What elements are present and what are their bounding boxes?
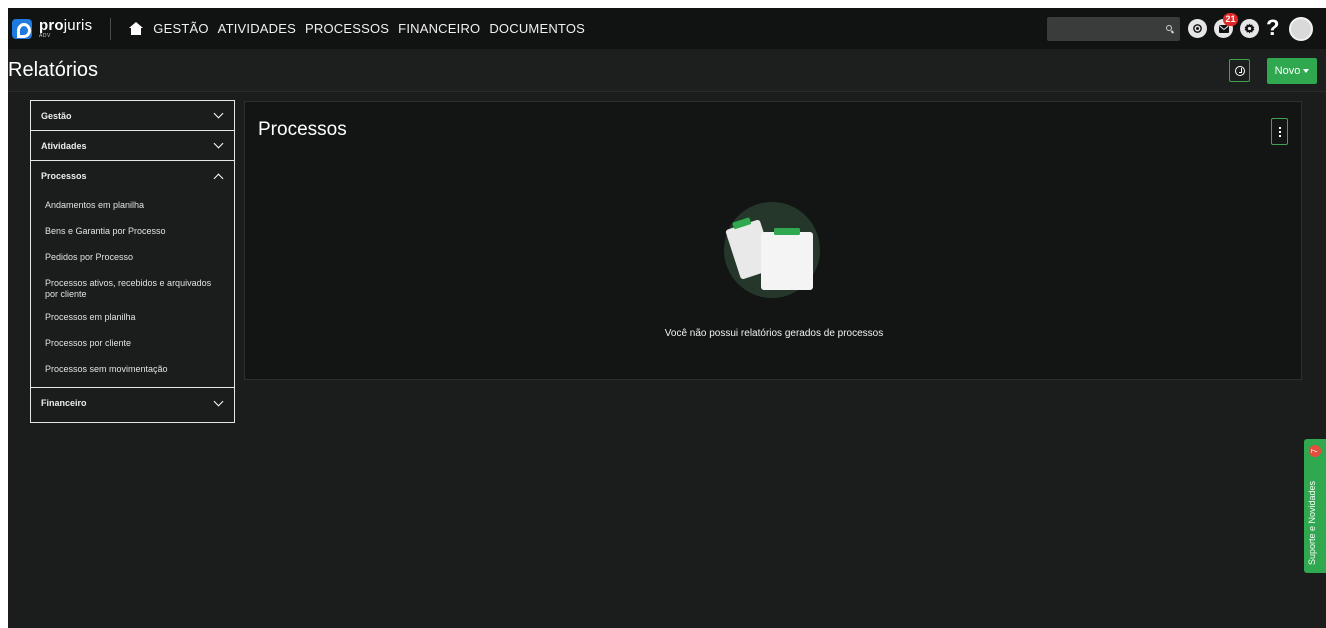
projuris-logo-icon [12, 18, 32, 39]
user-avatar[interactable] [1289, 17, 1313, 41]
cog-icon[interactable] [1240, 19, 1259, 38]
projuris-logo[interactable]: projuris ADV [12, 8, 92, 49]
nav-item-financeiro[interactable]: FINANCEIRO [398, 21, 480, 36]
new-button-label: Novo [1274, 65, 1301, 77]
section-gestao[interactable]: Gestão [31, 101, 234, 131]
kebab-dot [1278, 130, 1281, 133]
nav-item-documentos[interactable]: DOCUMENTOS [489, 21, 585, 36]
report-link-por-cliente[interactable]: Processos por cliente [31, 335, 234, 361]
page-title: Relatórios [8, 59, 99, 81]
help-icon[interactable]: ? [1266, 15, 1279, 41]
chevron-up-icon [213, 173, 224, 183]
settings-gear-icon[interactable] [1188, 19, 1207, 38]
nav-item-gestao[interactable]: GESTÃO [153, 21, 208, 36]
section-processos[interactable]: Processos [31, 161, 234, 191]
logo-subtitle: ADV [39, 33, 51, 39]
chevron-down-icon [213, 108, 224, 119]
page-header: Relatórios Novo [8, 49, 1326, 92]
section-atividades[interactable]: Atividades [31, 131, 234, 161]
report-link-andamentos[interactable]: Andamentos em planilha [31, 197, 234, 223]
top-navbar: projuris ADV GESTÃO ATIVIDADES PROCESSOS… [8, 8, 1326, 49]
chevron-down-icon [213, 396, 224, 406]
support-news-tab[interactable]: 7 Suporte e Novidades [1304, 439, 1326, 573]
panel-title: Processos [258, 119, 347, 140]
support-count-badge: 7 [1309, 445, 1321, 457]
kebab-dot [1278, 126, 1281, 129]
new-report-button[interactable]: Novo [1267, 58, 1317, 84]
report-link-ativos-recebidos[interactable]: Processos ativos, recebidos e arquivados… [31, 275, 234, 309]
history-button[interactable] [1229, 59, 1250, 82]
more-options-button[interactable] [1271, 118, 1288, 145]
notification-badge: 21 [1223, 13, 1238, 26]
search-icon[interactable] [1166, 25, 1172, 31]
caret-down-icon [1303, 69, 1310, 73]
report-link-bens-garantia[interactable]: Bens e Garantia por Processo [31, 223, 234, 249]
clock-icon [1234, 65, 1245, 76]
logo-brand-rest: juris [63, 17, 93, 34]
search-input[interactable] [1047, 17, 1180, 41]
nav-item-processos[interactable]: PROCESSOS [305, 21, 389, 36]
support-tab-label: Suporte e Novidades [1307, 480, 1317, 565]
report-category-sidebar: Gestão Atividades Processos Andamentos e… [30, 100, 235, 423]
app-frame: projuris ADV GESTÃO ATIVIDADES PROCESSOS… [8, 8, 1326, 628]
processos-report-list: Andamentos em planilha Bens e Garantia p… [31, 191, 234, 388]
chevron-down-icon [213, 138, 224, 149]
home-icon[interactable] [129, 22, 144, 35]
report-link-sem-movimentacao[interactable]: Processos sem movimentação [31, 361, 234, 383]
nav-divider [110, 17, 112, 40]
logo-brand-bold: pro [39, 17, 64, 34]
empty-state-message: Você não possui relatórios gerados de pr… [664, 328, 884, 339]
section-label: Processos [41, 171, 87, 181]
section-label: Financeiro [41, 398, 87, 408]
report-link-pedidos[interactable]: Pedidos por Processo [31, 249, 234, 275]
nav-item-atividades[interactable]: ATIVIDADES [218, 21, 296, 36]
kebab-dot [1278, 134, 1281, 137]
reports-panel: Processos Você não possui relatórios ger… [244, 101, 1302, 380]
section-financeiro[interactable]: Financeiro [31, 388, 234, 418]
section-label: Atividades [41, 140, 87, 151]
empty-clipboard-illustration [724, 202, 820, 298]
section-label: Gestão [41, 110, 72, 121]
report-link-processos-planilha[interactable]: Processos em planilha [31, 309, 234, 335]
